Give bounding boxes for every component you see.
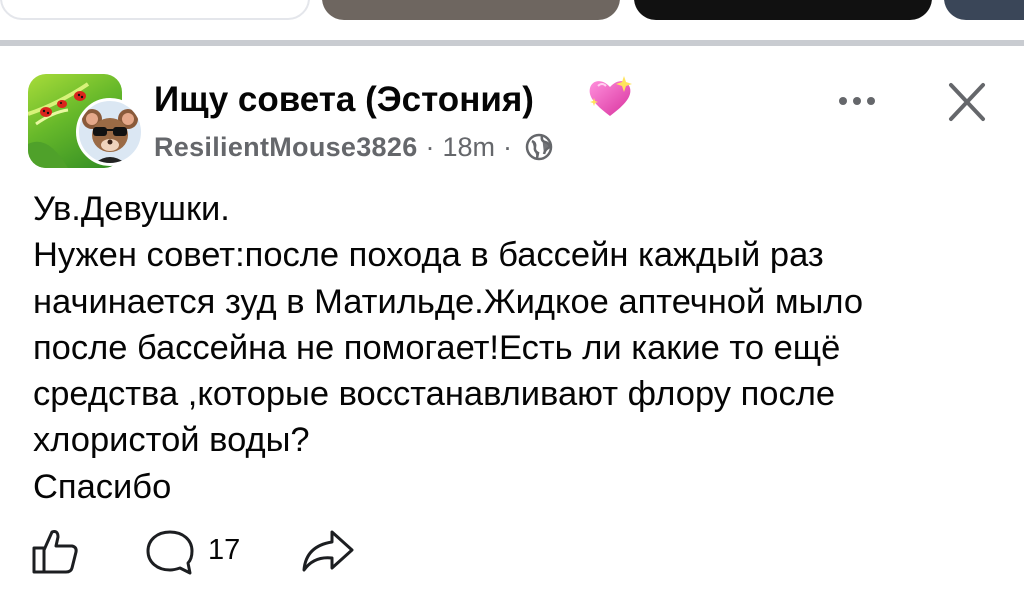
stories-strip (0, 0, 1024, 42)
story-card[interactable] (0, 0, 310, 20)
post-body: Ув.Девушки. Нужен совет:после похода в б… (33, 186, 993, 510)
comment-count[interactable]: 17 (208, 534, 240, 567)
author-avatar[interactable] (76, 98, 144, 166)
post-text-line: хлористой воды? (33, 421, 310, 460)
story-card[interactable] (944, 0, 1024, 20)
post-text-line: начинается зуд в Матильде.Жидкое аптечно… (33, 282, 864, 321)
globe-icon (525, 133, 553, 161)
meta-separator: · (425, 131, 435, 162)
section-divider (0, 40, 1024, 46)
sparkling-heart-icon (589, 76, 632, 116)
share-icon[interactable] (300, 526, 356, 576)
post-text-line: Ув.Девушки. (33, 190, 230, 228)
post-meta: ResilientMouse3826 · 18m · (154, 130, 554, 164)
close-icon[interactable] (944, 82, 990, 122)
comment-icon[interactable] (144, 528, 196, 576)
author-name[interactable]: ResilientMouse3826 (154, 132, 418, 163)
post-text-line: средства ,которые восстанавливают флору … (33, 375, 836, 414)
group-name[interactable]: Ищу совета (Эстония) (154, 80, 534, 120)
story-card[interactable] (634, 0, 932, 20)
like-icon[interactable] (30, 526, 80, 576)
post-text-line: после бассейна не помогает!Есть ли какие… (33, 328, 841, 367)
more-options-icon[interactable] (834, 86, 880, 116)
story-card[interactable] (322, 0, 620, 20)
mouse-avatar-icon (82, 109, 138, 163)
meta-separator: · (503, 131, 513, 162)
post-time[interactable]: 18m (443, 132, 496, 163)
post-text-line: Нужен совет:после похода в бассейн кажды… (33, 236, 824, 275)
post-screen: Ищу совета (Эстония) ResilientMouse3826 … (0, 0, 1024, 604)
post-text-line: Спасибо (33, 467, 172, 506)
